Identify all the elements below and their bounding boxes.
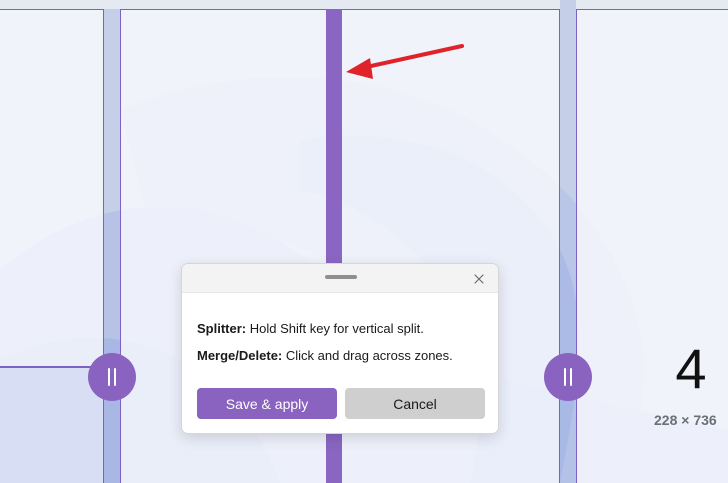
tip-splitter-text: Hold Shift key for vertical split. [246, 321, 424, 336]
cancel-button[interactable]: Cancel [345, 388, 485, 419]
dialog-header [182, 264, 498, 293]
zone-number: 4 [675, 337, 707, 400]
zone-editor-dialog: Splitter: Hold Shift key for vertical sp… [181, 263, 499, 434]
resize-handle-left[interactable] [88, 353, 136, 401]
resize-handle-right[interactable] [544, 353, 592, 401]
tip-merge-text: Click and drag across zones. [282, 348, 453, 363]
drag-handle-icon[interactable] [325, 275, 357, 279]
close-button[interactable] [468, 269, 490, 289]
tip-splitter: Splitter: Hold Shift key for vertical sp… [197, 321, 424, 336]
zone-1[interactable] [0, 9, 104, 367]
zone-gap-right [560, 0, 576, 483]
resize-grip-icon [108, 368, 116, 386]
zone-size-label: 228 × 736 [654, 412, 717, 428]
save-apply-button[interactable]: Save & apply [197, 388, 337, 419]
tip-merge: Merge/Delete: Click and drag across zone… [197, 348, 453, 363]
zone-gap-left [104, 9, 120, 483]
tip-splitter-label: Splitter: [197, 321, 247, 336]
resize-grip-icon [564, 368, 572, 386]
close-icon [474, 274, 484, 284]
tip-merge-label: Merge/Delete: [197, 348, 283, 363]
